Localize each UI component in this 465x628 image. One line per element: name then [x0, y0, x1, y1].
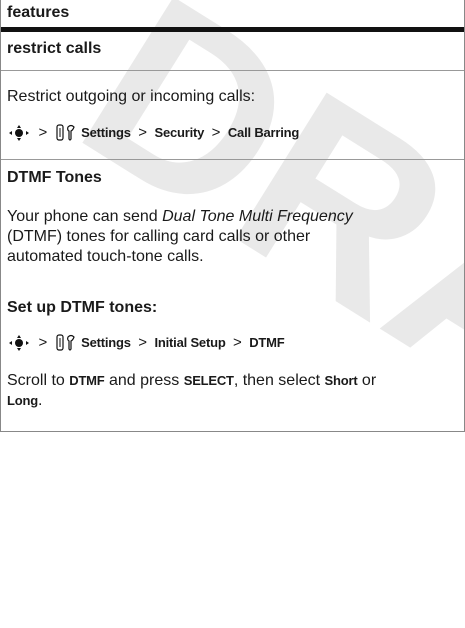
settings-icon — [56, 124, 75, 141]
path-settings: Settings — [81, 125, 131, 141]
dtmf-setup-title: Set up DTMF tones: — [7, 299, 158, 316]
header-title: features — [7, 4, 70, 21]
short-option: Short — [324, 373, 358, 388]
restrict-calls-description: Restrict outgoing or incoming calls: — [7, 88, 256, 105]
path-settings: Settings — [81, 335, 131, 351]
dtmf-instructions: Scroll to DTMF and press SELECT, then se… — [7, 372, 377, 409]
path-dtmf: DTMF — [249, 335, 285, 351]
divider — [1, 159, 464, 160]
path-separator: > — [38, 334, 48, 352]
dtmf-description: Your phone can send Dual Tone Multi Freq… — [7, 208, 353, 265]
path-call-barring: Call Barring — [227, 125, 300, 141]
divider — [1, 70, 464, 71]
dtmf-option: DTMF — [69, 373, 105, 388]
table-header: features — [1, 0, 464, 32]
path-separator: > — [38, 124, 48, 142]
navigation-key-icon — [9, 125, 29, 141]
restrict-calls-title: restrict calls — [7, 40, 102, 57]
dtmf-full-name: Dual Tone Multi Frequency — [162, 208, 353, 225]
path-security: Security — [154, 125, 205, 141]
long-option: Long — [7, 393, 38, 408]
navigation-key-icon — [9, 335, 29, 351]
features-table: features restrict calls Restrict outgoin… — [0, 0, 465, 432]
settings-icon — [56, 334, 75, 351]
dtmf-menu-path: > Settings > Initial Setup > DTMF — [7, 334, 285, 352]
dtmf-title: DTMF Tones — [7, 169, 102, 186]
restrict-calls-menu-path: > Settings > Security > Call Barring — [7, 124, 299, 142]
select-key-label: SELECT — [183, 373, 234, 388]
path-initial-setup: Initial Setup — [154, 335, 226, 351]
